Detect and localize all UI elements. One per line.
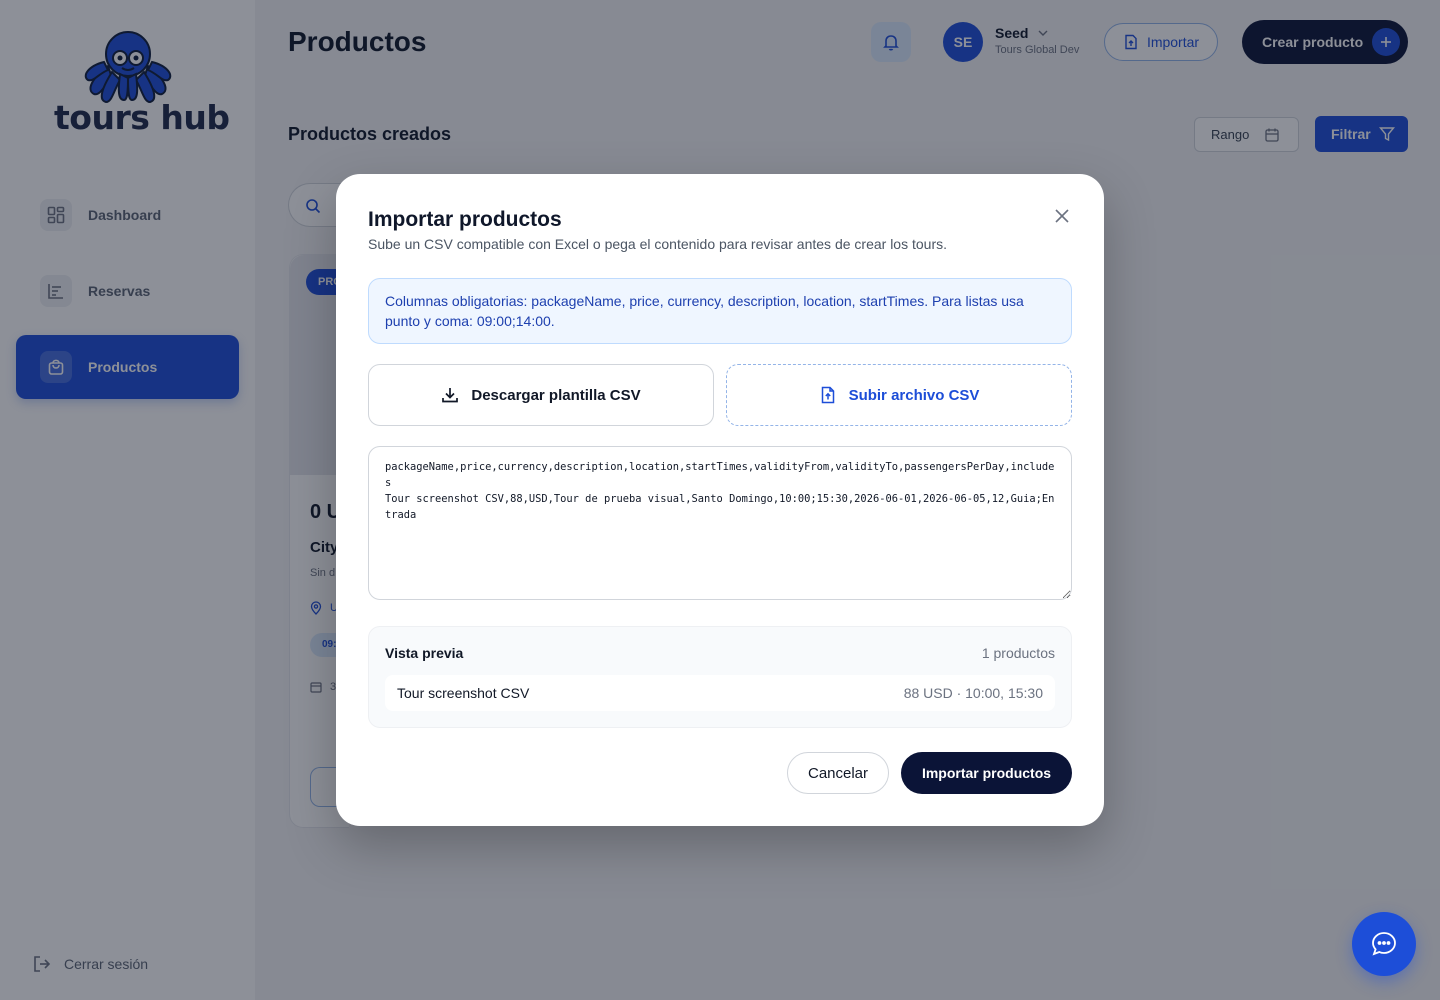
preview-row-meta: 88 USD · 10:00, 15:30 — [903, 685, 1043, 701]
download-template-button[interactable]: Descargar plantilla CSV — [368, 364, 714, 426]
preview-row: Tour screenshot CSV 88 USD · 10:00, 15:3… — [385, 675, 1055, 711]
modal-title: Importar productos — [368, 208, 562, 231]
preview-title: Vista previa — [385, 645, 464, 661]
preview-count: 1 productos — [981, 645, 1055, 661]
download-icon — [442, 388, 459, 403]
upload-csv-button[interactable]: Subir archivo CSV — [726, 364, 1072, 426]
csv-content-textarea[interactable]: packageName,price,currency,description,l… — [368, 446, 1072, 600]
download-template-label: Descargar plantilla CSV — [471, 386, 641, 404]
modal-subtitle: Sube un CSV compatible con Excel o pega … — [368, 236, 947, 252]
preview-panel: Vista previa 1 productos Tour screenshot… — [368, 626, 1072, 728]
import-products-button[interactable]: Importar productos — [901, 752, 1072, 794]
cancel-button[interactable]: Cancelar — [787, 752, 889, 794]
file-upload-icon — [821, 386, 834, 404]
chat-bubble-icon — [1372, 932, 1396, 956]
chat-button[interactable] — [1352, 912, 1416, 976]
import-products-modal: Importar productos Sube un CSV compatibl… — [336, 174, 1104, 826]
close-icon — [1055, 209, 1069, 223]
close-modal-button[interactable] — [1052, 206, 1072, 226]
upload-csv-label: Subir archivo CSV — [848, 386, 980, 404]
preview-row-name: Tour screenshot CSV — [397, 685, 530, 701]
required-columns-info: Columnas obligatorias: packageName, pric… — [368, 278, 1072, 344]
